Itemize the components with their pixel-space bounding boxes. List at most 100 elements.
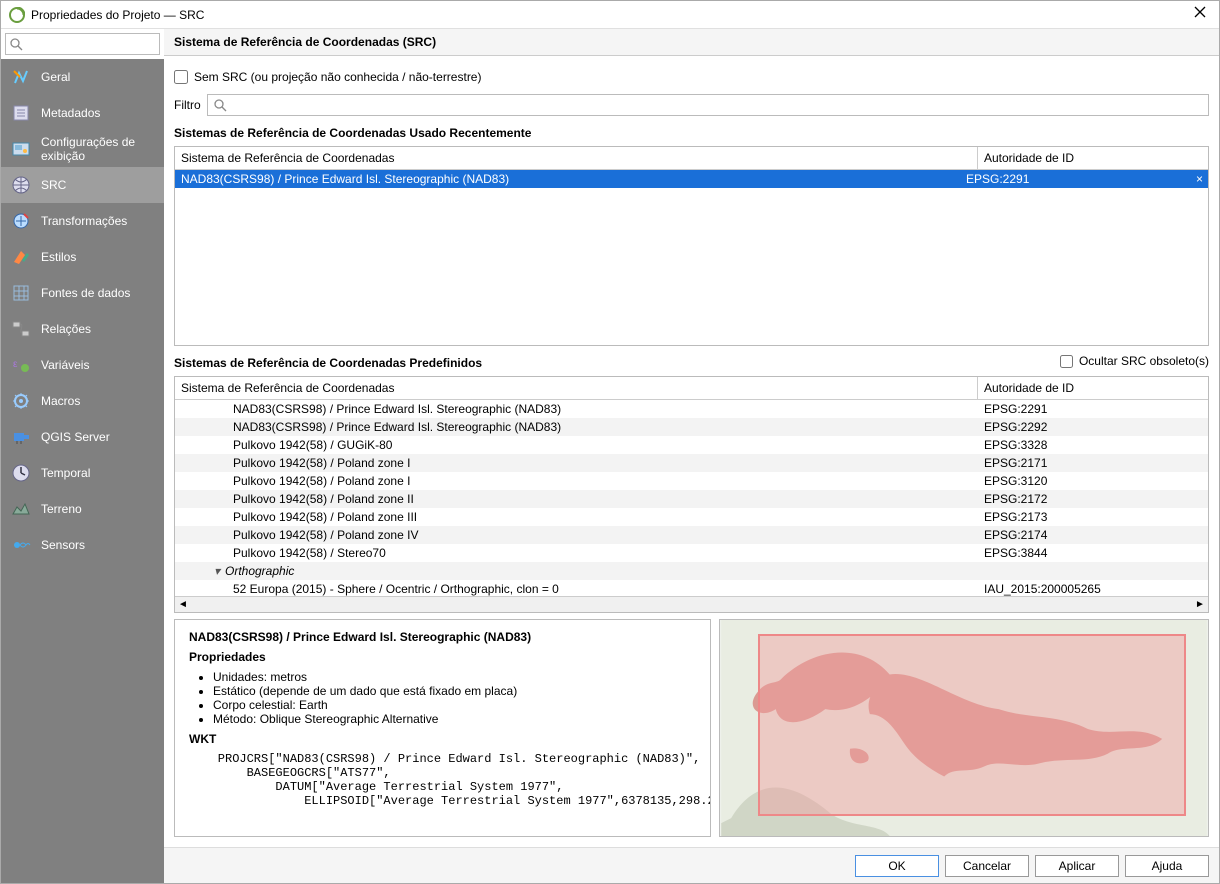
scroll-left-icon[interactable]: ◄ [175, 597, 191, 612]
chevron-down-icon[interactable]: ▾ [211, 564, 223, 578]
sidebar-icon [11, 211, 31, 231]
details-wkt-heading: WKT [189, 732, 696, 746]
no-crs-checkbox[interactable] [174, 70, 188, 84]
recent-section-label: Sistemas de Referência de Coordenadas Us… [174, 126, 1209, 140]
table-row[interactable]: Pulkovo 1942(58) / Poland zone IEPSG:217… [175, 454, 1208, 472]
help-button[interactable]: Ajuda [1125, 855, 1209, 877]
panel-heading: Sistema de Referência de Coordenadas (SR… [164, 29, 1219, 56]
remove-recent-icon[interactable]: × [1190, 170, 1208, 188]
crs-auth-cell [978, 569, 1208, 573]
crs-auth-cell: EPSG:3844 [978, 544, 1208, 562]
table-row[interactable]: NAD83(CSRS98) / Prince Edward Isl. Stere… [175, 418, 1208, 436]
crs-name-cell: 52 Europa (2015) - Sphere / Ocentric / O… [175, 580, 978, 596]
predef-horizontal-scrollbar[interactable]: ◄ ► [175, 596, 1208, 612]
crs-extent-preview[interactable] [719, 619, 1209, 837]
sidebar-item-transforma-es[interactable]: Transformações [1, 203, 164, 239]
sidebar-item-geral[interactable]: Geral [1, 59, 164, 95]
no-crs-row: Sem SRC (ou projeção não conhecida / não… [174, 66, 1209, 88]
ok-button[interactable]: OK [855, 855, 939, 877]
crs-auth-cell: EPSG:2173 [978, 508, 1208, 526]
sidebar-item-temporal[interactable]: Temporal [1, 455, 164, 491]
sidebar-icon [11, 247, 31, 267]
sidebar: Geral Metadados Configurações de exibição S… [1, 29, 164, 883]
sidebar-item-label: Relações [41, 322, 91, 336]
table-row[interactable]: Pulkovo 1942(58) / GUGiK-80EPSG:3328 [175, 436, 1208, 454]
sidebar-icon [11, 103, 31, 123]
apply-button[interactable]: Aplicar [1035, 855, 1119, 877]
sidebar-icon: ε [11, 355, 31, 375]
table-row[interactable]: Pulkovo 1942(58) / Poland zone IIIEPSG:2… [175, 508, 1208, 526]
close-icon[interactable] [1189, 5, 1211, 24]
details-property-item: Método: Oblique Stereographic Alternativ… [213, 712, 696, 726]
sidebar-icon [11, 283, 31, 303]
table-row[interactable]: Pulkovo 1942(58) / Stereo70EPSG:3844 [175, 544, 1208, 562]
sidebar-item-label: Metadados [41, 106, 100, 120]
details-wkt-text: PROJCRS["NAD83(CSRS98) / Prince Edward I… [189, 752, 696, 808]
crs-name-cell: NAD83(CSRS98) / Prince Edward Isl. Stere… [175, 418, 978, 436]
sidebar-icon [11, 67, 31, 87]
window-title: Propriedades do Projeto — SRC [31, 8, 1189, 22]
sidebar-icon [11, 319, 31, 339]
table-row[interactable]: NAD83(CSRS98) / Prince Edward Isl. Stere… [175, 170, 1208, 188]
sidebar-icon [11, 535, 31, 555]
cancel-button[interactable]: Cancelar [945, 855, 1029, 877]
crs-name-cell: Pulkovo 1942(58) / Poland zone III [175, 508, 978, 526]
recent-auth-column-header[interactable]: Autoridade de ID [978, 147, 1208, 169]
sidebar-search-wrap [1, 29, 164, 59]
recent-crs-table: Sistema de Referência de Coordenadas Aut… [174, 146, 1209, 346]
sidebar-item-terreno[interactable]: Terreno [1, 491, 164, 527]
sidebar-item-src[interactable]: SRC [1, 167, 164, 203]
crs-details-panel[interactable]: NAD83(CSRS98) / Prince Edward Isl. Stere… [174, 619, 711, 837]
scroll-right-icon[interactable]: ► [1192, 597, 1208, 612]
sidebar-item-label: Transformações [41, 214, 127, 228]
sidebar-item-label: Variáveis [41, 358, 89, 372]
details-property-item: Corpo celestial: Earth [213, 698, 696, 712]
crs-group-cell: ▾Orthographic [175, 562, 978, 580]
extent-bounds-rect [758, 634, 1186, 816]
crs-auth-cell: EPSG:2291 [960, 170, 1190, 188]
no-crs-label[interactable]: Sem SRC (ou projeção não conhecida / não… [194, 70, 481, 84]
filter-input[interactable] [207, 94, 1209, 116]
sidebar-item-label: Geral [41, 70, 70, 84]
search-icon [9, 37, 23, 54]
sidebar-item-label: Configurações de exibição [41, 135, 154, 163]
filter-label: Filtro [174, 98, 201, 112]
hide-obsolete-checkbox[interactable] [1060, 355, 1073, 368]
sidebar-item-fontes-de-dados[interactable]: Fontes de dados [1, 275, 164, 311]
sidebar-item-label: Temporal [41, 466, 90, 480]
sidebar-item-estilos[interactable]: Estilos [1, 239, 164, 275]
crs-auth-cell: EPSG:2291 [978, 400, 1208, 418]
table-row[interactable]: Pulkovo 1942(58) / Poland zone IEPSG:312… [175, 472, 1208, 490]
main-panel: Sistema de Referência de Coordenadas (SR… [164, 29, 1219, 883]
table-row[interactable]: 52 Europa (2015) - Sphere / Ocentric / O… [175, 580, 1208, 596]
predef-auth-column-header[interactable]: Autoridade de ID [978, 377, 1208, 399]
sidebar-item-label: QGIS Server [41, 430, 110, 444]
table-row[interactable]: NAD83(CSRS98) / Prince Edward Isl. Stere… [175, 400, 1208, 418]
predef-crs-column-header[interactable]: Sistema de Referência de Coordenadas [175, 377, 978, 399]
crs-auth-cell: EPSG:2292 [978, 418, 1208, 436]
sidebar-item-label: Terreno [41, 502, 82, 516]
recent-crs-column-header[interactable]: Sistema de Referência de Coordenadas [175, 147, 978, 169]
hide-obsolete-label[interactable]: Ocultar SRC obsoleto(s) [1079, 354, 1209, 368]
crs-name-cell: Pulkovo 1942(58) / Poland zone I [175, 472, 978, 490]
filter-row: Filtro [174, 94, 1209, 116]
table-row[interactable]: Pulkovo 1942(58) / Poland zone IVEPSG:21… [175, 526, 1208, 544]
dialog-footer: OK Cancelar Aplicar Ajuda [164, 847, 1219, 883]
sidebar-item-configura-es-de-exibi-o[interactable]: Configurações de exibição [1, 131, 164, 167]
table-row[interactable]: ▾Orthographic [175, 562, 1208, 580]
crs-auth-cell: EPSG:2172 [978, 490, 1208, 508]
sidebar-item-metadados[interactable]: Metadados [1, 95, 164, 131]
crs-name-cell: Pulkovo 1942(58) / Poland zone II [175, 490, 978, 508]
sidebar-item-qgis-server[interactable]: QGIS Server [1, 419, 164, 455]
sidebar-item-macros[interactable]: Macros [1, 383, 164, 419]
sidebar-item-rela-es[interactable]: Relações [1, 311, 164, 347]
sidebar-item-vari-veis[interactable]: ε Variáveis [1, 347, 164, 383]
table-row[interactable]: Pulkovo 1942(58) / Poland zone IIEPSG:21… [175, 490, 1208, 508]
details-crs-title: NAD83(CSRS98) / Prince Edward Isl. Stere… [189, 630, 696, 644]
details-property-item: Unidades: metros [213, 670, 696, 684]
sidebar-item-sensors[interactable]: Sensors [1, 527, 164, 563]
sidebar-search-input[interactable] [5, 33, 160, 55]
sidebar-icon [11, 175, 31, 195]
details-properties-heading: Propriedades [189, 650, 696, 664]
titlebar: Propriedades do Projeto — SRC [1, 1, 1219, 29]
